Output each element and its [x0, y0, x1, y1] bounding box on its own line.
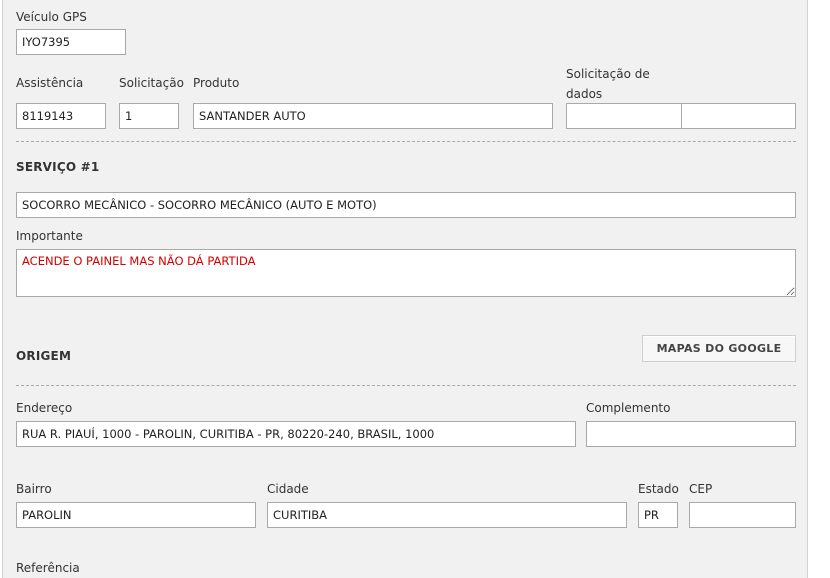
bairro-label: Bairro [16, 482, 52, 496]
estado-input[interactable] [638, 502, 678, 528]
complemento-input[interactable] [586, 421, 796, 447]
produto-label: Produto [193, 76, 240, 90]
separator [16, 141, 796, 142]
assistencia-label: Assistência [16, 76, 84, 90]
solicitacao-dados-input-2[interactable] [681, 103, 796, 129]
servico-input[interactable] [16, 192, 796, 218]
solicitacao-dados-input-1[interactable] [566, 103, 682, 129]
cidade-label: Cidade [267, 482, 309, 496]
referencia-label: Referência [16, 561, 80, 575]
cidade-input[interactable] [267, 502, 627, 528]
importante-textarea[interactable]: ACENDE O PAINEL MAS NÃO DÁ PARTIDA [16, 249, 796, 297]
endereco-label: Endereço [16, 401, 73, 415]
assistencia-input[interactable] [16, 103, 106, 129]
bairro-input[interactable] [16, 502, 256, 528]
vehicle-gps-input[interactable] [16, 29, 126, 55]
vehicle-gps-label: Veículo GPS [16, 10, 87, 24]
google-maps-button[interactable]: MAPAS DO GOOGLE [642, 335, 796, 362]
solicitacao-input[interactable] [119, 103, 179, 129]
endereco-input[interactable] [16, 421, 576, 447]
cep-input[interactable] [689, 502, 796, 528]
importante-label: Importante [16, 229, 83, 243]
origem-title: ORIGEM [16, 349, 72, 363]
produto-input[interactable] [193, 103, 553, 129]
servico-title: SERVIÇO #1 [16, 160, 100, 174]
complemento-label: Complemento [586, 401, 671, 415]
estado-label: Estado [638, 482, 679, 496]
solicitacao-dados-label: Solicitação de dados [566, 67, 650, 101]
cep-label: CEP [689, 482, 713, 496]
solicitacao-label: Solicitação [119, 76, 184, 90]
separator [16, 385, 796, 386]
